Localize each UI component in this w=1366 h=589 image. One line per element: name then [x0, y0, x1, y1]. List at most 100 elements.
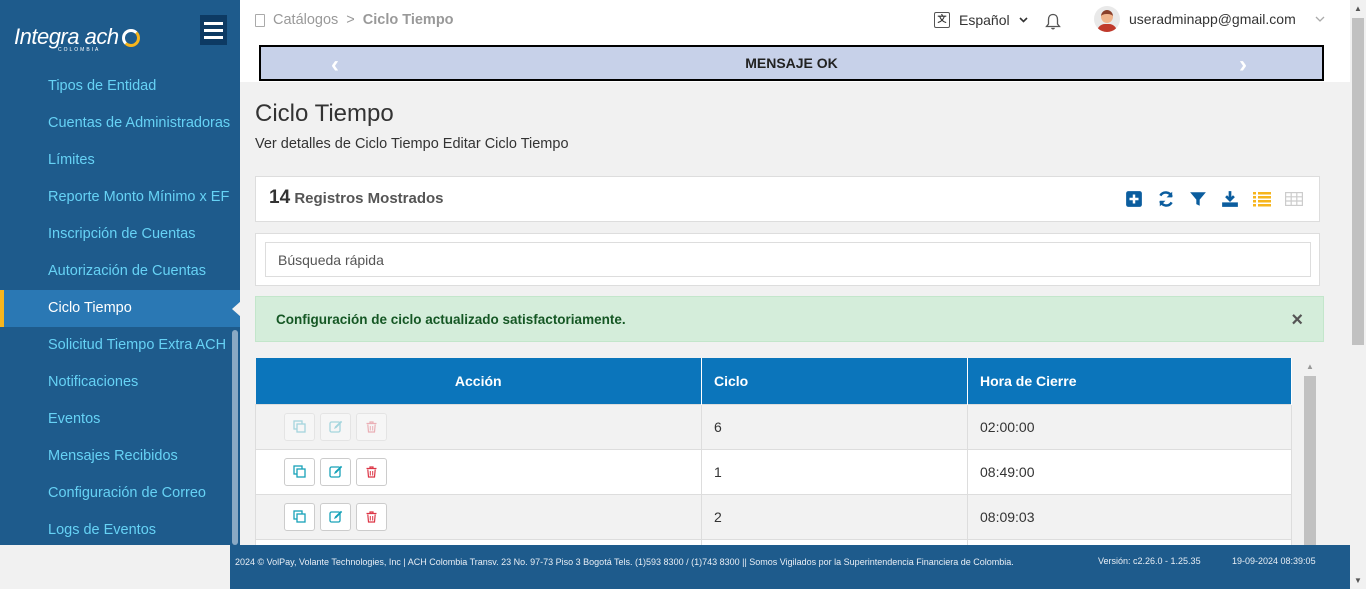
sidebar-item-tipos-entidad[interactable]: Tipos de Entidad — [0, 68, 240, 105]
chevron-down-icon — [1315, 16, 1325, 22]
table-header-row: Acción Ciclo Hora de Cierre — [255, 358, 1292, 404]
column-header-accion[interactable]: Acción — [255, 358, 702, 404]
refresh-icon[interactable] — [1157, 190, 1175, 208]
delete-button[interactable] — [356, 457, 387, 486]
logo-ring-icon — [122, 29, 140, 47]
edit-button[interactable] — [320, 457, 351, 486]
logo-subtext: COLOMBIA — [58, 47, 101, 53]
delete-icon — [366, 510, 377, 523]
scroll-up-arrow-icon[interactable]: ▲ — [1306, 362, 1314, 371]
brand-logo[interactable]: Integra ach COLOMBIA — [14, 24, 140, 53]
sidebar-item-autorizacion[interactable]: Autorización de Cuentas — [0, 253, 240, 290]
sidebar-item-mensajes[interactable]: Mensajes Recibidos — [0, 438, 240, 475]
table-row: 2 08:09:03 — [255, 493, 1292, 540]
scroll-up-arrow-icon[interactable]: ▲ — [1354, 4, 1362, 13]
breadcrumb-current: Ciclo Tiempo — [362, 12, 454, 28]
scroll-down-arrow-icon[interactable]: ▼ — [1354, 576, 1362, 585]
user-email: useradminapp@gmail.com — [1129, 11, 1296, 27]
delete-icon — [366, 420, 377, 433]
sidebar-item-logs[interactable]: Logs de Eventos — [0, 512, 240, 545]
cycle-table-container: Acción Ciclo Hora de Cierre 6 02:00:00 1… — [255, 358, 1292, 548]
quick-search-input[interactable] — [265, 242, 1311, 277]
filter-icon[interactable] — [1189, 190, 1207, 208]
language-label: Español — [959, 12, 1010, 28]
sidebar-item-limites[interactable]: Límites — [0, 142, 240, 179]
table-scrollbar[interactable]: ▲ — [1303, 360, 1317, 546]
copy-icon — [293, 510, 306, 523]
records-count: 14 Registros Mostrados — [269, 187, 444, 209]
copy-button[interactable] — [284, 457, 315, 486]
cell-ciclo: 1 — [701, 448, 968, 495]
delete-icon — [366, 465, 377, 478]
copy-icon — [293, 465, 306, 478]
records-count-number: 14 — [269, 187, 291, 208]
user-menu[interactable]: useradminapp@gmail.com — [1094, 6, 1325, 32]
avatar-head — [1101, 10, 1113, 23]
cell-ciclo: 6 — [701, 403, 968, 450]
sidebar-scrollbar[interactable] — [232, 330, 238, 545]
page-subtitle: Ver detalles de Ciclo Tiempo Editar Cicl… — [255, 136, 569, 152]
toolbar-actions — [1125, 190, 1303, 208]
edit-icon — [328, 420, 342, 433]
catalog-icon — [255, 13, 265, 27]
close-icon[interactable]: × — [1291, 309, 1303, 332]
sidebar: Integra ach COLOMBIA Tipos de Entidad Cu… — [0, 0, 240, 545]
sidebar-item-reporte-monto[interactable]: Reporte Monto Mínimo x EF — [0, 179, 240, 216]
sidebar-item-inscripcion[interactable]: Inscripción de Cuentas — [0, 216, 240, 253]
sidebar-item-tiempo-extra[interactable]: Solicitud Tiempo Extra ACH — [0, 327, 240, 364]
sidebar-item-correo[interactable]: Configuración de Correo — [0, 475, 240, 512]
cell-ciclo: 2 — [701, 493, 968, 540]
breadcrumb-separator: > — [346, 12, 355, 28]
page-scroll-thumb[interactable] — [1352, 18, 1364, 345]
edit-button[interactable] — [320, 502, 351, 531]
sidebar-item-ciclo-tiempo[interactable]: Ciclo Tiempo — [0, 290, 240, 327]
avatar — [1094, 6, 1120, 32]
grid-view-icon[interactable] — [1285, 190, 1303, 208]
language-icon: 文 — [934, 12, 950, 28]
edit-icon — [328, 510, 342, 523]
cycle-table: Acción Ciclo Hora de Cierre 6 02:00:00 1… — [255, 358, 1292, 548]
footer-datetime: 19-09-2024 08:39:05 — [1232, 556, 1316, 566]
download-icon[interactable] — [1221, 190, 1239, 208]
delete-button — [356, 412, 387, 441]
menu-toggle-button[interactable] — [200, 15, 227, 45]
top-bar: Catálogos > Ciclo Tiempo 文 Español usera… — [240, 0, 1350, 82]
hamburger-icon-bar — [204, 21, 223, 25]
success-alert: Configuración de ciclo actualizado satis… — [255, 296, 1324, 342]
copy-button[interactable] — [284, 502, 315, 531]
language-selector[interactable]: 文 Español — [934, 12, 1028, 28]
sidebar-item-cuentas-administradoras[interactable]: Cuentas de Administradoras — [0, 105, 240, 142]
row-actions — [255, 448, 702, 495]
search-panel — [255, 233, 1320, 286]
sidebar-item-eventos[interactable]: Eventos — [0, 401, 240, 438]
edit-button — [320, 412, 351, 441]
table-scroll-thumb[interactable] — [1304, 376, 1316, 546]
bell-icon[interactable] — [1045, 13, 1061, 30]
table-row: 1 08:49:00 — [255, 448, 1292, 495]
cell-hora-cierre: 08:09:03 — [967, 493, 1292, 540]
breadcrumb: Catálogos > Ciclo Tiempo — [255, 12, 454, 28]
delete-button[interactable] — [356, 502, 387, 531]
breadcrumb-parent[interactable]: Catálogos — [273, 12, 338, 28]
hamburger-icon-bar — [204, 35, 223, 39]
page-title: Ciclo Tiempo — [255, 100, 394, 127]
table-row: 6 02:00:00 — [255, 403, 1292, 450]
footer: 2024 © VolPay, Volante Technologies, Inc… — [230, 545, 1350, 589]
sidebar-item-notificaciones[interactable]: Notificaciones — [0, 364, 240, 401]
add-icon[interactable] — [1125, 190, 1143, 208]
page-scrollbar[interactable]: ▲ ▼ — [1350, 0, 1366, 589]
row-actions — [255, 493, 702, 540]
chevron-right-icon[interactable]: › — [1239, 51, 1247, 79]
edit-icon — [328, 465, 342, 478]
copy-icon — [293, 420, 306, 433]
cell-hora-cierre: 08:49:00 — [967, 448, 1292, 495]
chevron-left-icon[interactable]: ‹ — [331, 51, 339, 79]
column-header-ciclo[interactable]: Ciclo — [701, 358, 968, 404]
chevron-down-icon — [1019, 17, 1028, 23]
cell-hora-cierre: 02:00:00 — [967, 403, 1292, 450]
logo-text: Integra ach — [14, 24, 119, 49]
alert-message: Configuración de ciclo actualizado satis… — [276, 312, 626, 327]
records-count-label: Registros Mostrados — [294, 190, 444, 207]
list-view-icon[interactable] — [1253, 190, 1271, 208]
column-header-hora[interactable]: Hora de Cierre — [967, 358, 1292, 404]
